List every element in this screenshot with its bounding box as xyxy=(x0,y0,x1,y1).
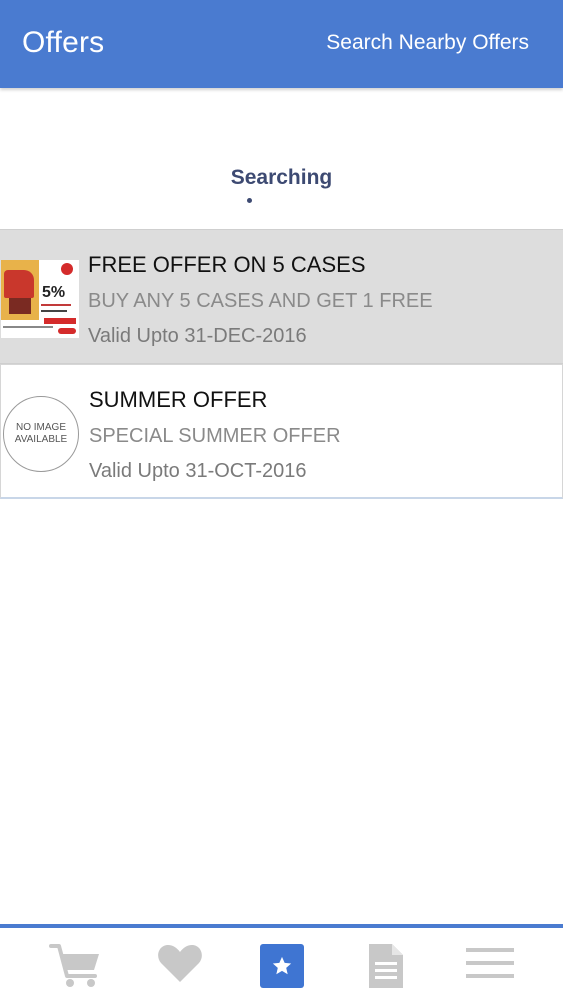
menu-icon xyxy=(466,948,514,978)
nav-favorites[interactable] xyxy=(150,942,210,992)
offer-list-item[interactable]: 5% FREE OFFER ON 5 CASES BUY ANY 5 CASES… xyxy=(0,229,563,364)
offer-name: SUMMER OFFER xyxy=(89,387,268,412)
offer-description: BUY ANY 5 CASES AND GET 1 FREE xyxy=(88,290,433,312)
star-icon xyxy=(272,956,292,975)
app-bar: Offers Search Nearby Offers xyxy=(0,0,563,88)
search-nearby-offers-button[interactable]: Search Nearby Offers xyxy=(326,31,529,55)
no-image-placeholder: NO IMAGE AVAILABLE xyxy=(3,396,79,472)
heart-icon xyxy=(158,945,202,982)
offer-name: FREE OFFER ON 5 CASES xyxy=(88,252,366,277)
placeholder-text-line2: AVAILABLE xyxy=(14,434,68,445)
nav-menu[interactable] xyxy=(460,942,520,992)
offer-list-item[interactable]: NO IMAGE AVAILABLE SUMMER OFFER SPECIAL … xyxy=(0,364,563,499)
offer-description: SPECIAL SUMMER OFFER xyxy=(89,425,341,447)
loading-indicator xyxy=(247,198,252,203)
offer-thumbnail: 5% xyxy=(1,260,79,338)
bottom-navigation xyxy=(0,924,563,1000)
cart-icon xyxy=(49,944,99,987)
document-icon xyxy=(369,944,403,988)
offer-validity: Valid Upto 31-OCT-2016 xyxy=(89,460,307,482)
searching-status: Searching xyxy=(230,166,333,189)
offer-validity: Valid Upto 31-DEC-2016 xyxy=(88,325,307,347)
placeholder-text-line1: NO IMAGE xyxy=(15,422,66,433)
nav-documents[interactable] xyxy=(356,942,416,992)
page-title: Offers xyxy=(22,26,105,59)
promo-percent-text: 5% xyxy=(42,284,66,301)
nav-offers[interactable] xyxy=(252,942,312,992)
nav-cart[interactable] xyxy=(46,942,106,992)
